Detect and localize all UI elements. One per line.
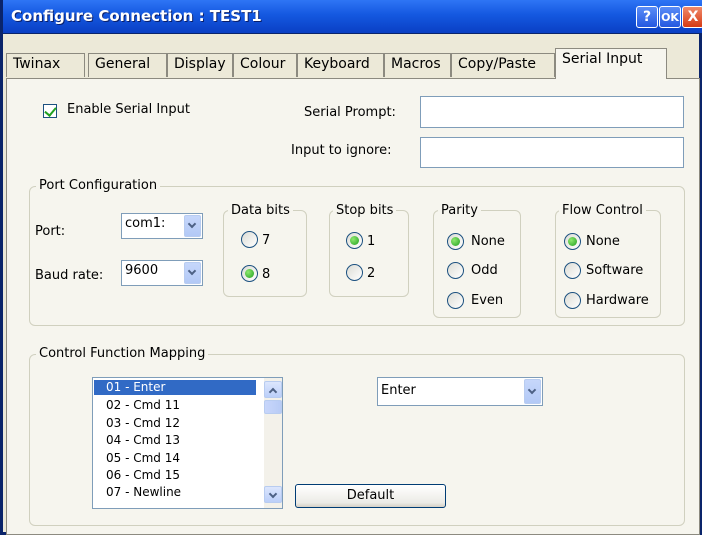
stop-bits-1-radio[interactable] <box>346 232 363 249</box>
stop-bits-group <box>329 210 409 297</box>
port-label: Port: <box>35 224 66 239</box>
flow-none-radio[interactable] <box>564 233 581 250</box>
scroll-up-button[interactable] <box>264 381 282 398</box>
data-bits-title: Data bits <box>228 203 293 218</box>
close-button[interactable]: X <box>682 6 702 28</box>
port-select-value: com1: <box>125 216 166 231</box>
data-bits-group <box>223 210 307 297</box>
port-dropdown-button[interactable] <box>184 215 201 237</box>
function-select[interactable]: Enter <box>377 377 543 406</box>
tab-serial-input[interactable]: Serial Input <box>555 48 667 79</box>
serial-input-panel: Enable Serial Input Serial Prompt: Input… <box>6 79 700 535</box>
parity-even-label: Even <box>471 293 504 308</box>
list-item[interactable]: 03 - Cmd 12 <box>94 416 256 431</box>
ok-button[interactable]: OK <box>659 6 681 28</box>
configure-connection-window: Configure Connection : TEST1 ? OK X Twin… <box>0 0 702 535</box>
tab-twinax[interactable]: Twinax <box>6 53 85 77</box>
baud-rate-dropdown-button[interactable] <box>184 262 201 284</box>
list-item[interactable]: 04 - Cmd 13 <box>94 433 256 448</box>
list-scrollbar[interactable] <box>264 378 282 508</box>
baud-rate-select[interactable]: 9600 <box>121 260 203 286</box>
tab-colour[interactable]: Colour <box>233 53 297 77</box>
parity-even-radio[interactable] <box>447 292 464 309</box>
parity-title: Parity <box>438 203 481 218</box>
parity-none-label: None <box>471 234 505 249</box>
stop-bits-2-label: 2 <box>367 266 376 281</box>
function-list[interactable]: 01 - Enter 02 - Cmd 11 03 - Cmd 12 04 - … <box>92 377 283 509</box>
list-item[interactable]: 06 - Cmd 15 <box>94 468 256 483</box>
flow-none-label: None <box>586 234 620 249</box>
stop-bits-1-label: 1 <box>367 234 376 249</box>
data-bits-7-label: 7 <box>262 233 271 248</box>
data-bits-7-radio[interactable] <box>241 231 258 248</box>
port-configuration-title: Port Configuration <box>36 178 161 193</box>
scroll-thumb[interactable] <box>264 400 282 414</box>
chevron-down-icon <box>268 489 278 499</box>
stop-bits-2-radio[interactable] <box>346 264 363 281</box>
list-item[interactable]: 07 - Newline <box>94 485 256 500</box>
default-button[interactable]: Default <box>295 484 446 508</box>
flow-software-label: Software <box>586 263 644 278</box>
flow-control-title: Flow Control <box>559 203 646 218</box>
data-bits-8-radio[interactable] <box>241 265 258 282</box>
serial-prompt-input[interactable] <box>420 96 684 128</box>
tab-strip: Twinax General Display Colour Keyboard M… <box>6 46 700 79</box>
enable-serial-checkbox[interactable] <box>43 104 57 118</box>
enable-serial-label: Enable Serial Input <box>67 102 190 117</box>
list-item[interactable]: 02 - Cmd 11 <box>94 398 256 413</box>
scroll-down-button[interactable] <box>264 486 282 503</box>
chevron-down-icon <box>187 266 197 276</box>
input-to-ignore-input[interactable] <box>420 137 684 168</box>
title-bar: Configure Connection : TEST1 ? OK X <box>3 0 702 34</box>
baud-rate-label: Baud rate: <box>35 268 104 283</box>
function-select-value: Enter <box>381 383 416 398</box>
parity-odd-radio[interactable] <box>447 262 464 279</box>
serial-prompt-label: Serial Prompt: <box>304 105 396 120</box>
tab-copy-paste[interactable]: Copy/Paste <box>451 53 555 77</box>
chevron-down-icon <box>187 219 197 229</box>
flow-hardware-radio[interactable] <box>564 292 581 309</box>
list-item[interactable]: 01 - Enter <box>94 380 256 395</box>
tab-macros[interactable]: Macros <box>384 53 451 77</box>
flow-software-radio[interactable] <box>564 262 581 279</box>
flow-hardware-label: Hardware <box>586 293 649 308</box>
chevron-up-icon <box>268 387 278 397</box>
tab-display[interactable]: Display <box>167 53 233 77</box>
function-dropdown-button[interactable] <box>524 379 541 404</box>
data-bits-8-label: 8 <box>262 267 271 282</box>
parity-none-radio[interactable] <box>447 233 464 250</box>
tab-general[interactable]: General <box>88 53 167 77</box>
help-button[interactable]: ? <box>636 6 658 28</box>
stop-bits-title: Stop bits <box>333 203 397 218</box>
baud-rate-select-value: 9600 <box>125 263 159 278</box>
chevron-down-icon <box>527 385 537 395</box>
window-title: Configure Connection : TEST1 <box>11 7 262 25</box>
input-to-ignore-label: Input to ignore: <box>291 143 392 158</box>
parity-odd-label: Odd <box>471 263 498 278</box>
tab-keyboard[interactable]: Keyboard <box>297 53 384 77</box>
port-select[interactable]: com1: <box>121 213 203 239</box>
list-item[interactable]: 05 - Cmd 14 <box>94 451 256 466</box>
control-function-mapping-title: Control Function Mapping <box>36 346 209 361</box>
